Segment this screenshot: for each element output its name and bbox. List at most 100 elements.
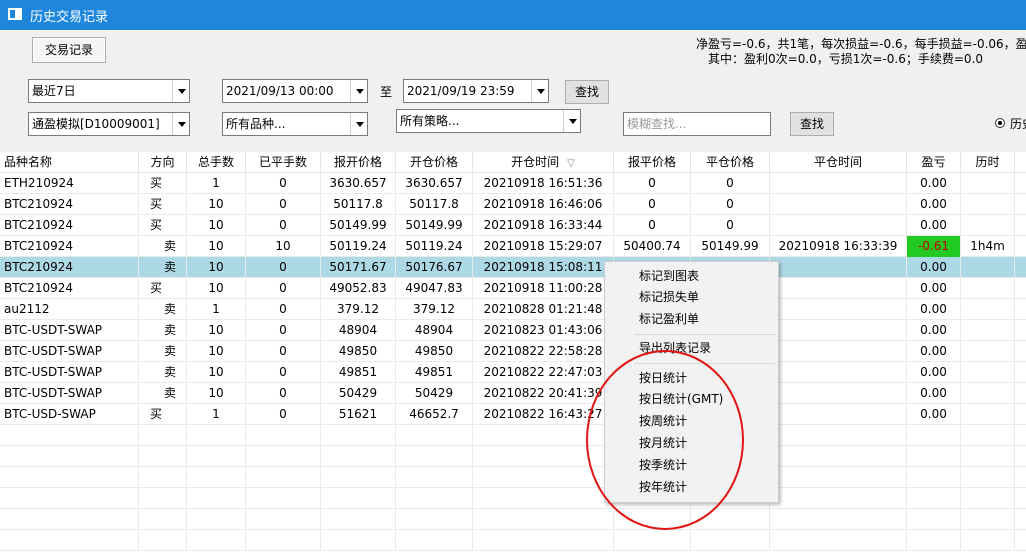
table-row[interactable]: ETH210924 买 1 0 3630.657 3630.657 20210918 16:… — [0, 173, 1026, 194]
cell-closed-lots — [246, 509, 321, 530]
column-header-pnl[interactable]: 盈亏 — [907, 152, 961, 173]
cell-total-lots — [187, 446, 246, 467]
cell-open-price — [396, 425, 473, 446]
chevron-down-icon[interactable] — [172, 80, 189, 102]
table-row[interactable]: au2112 卖 1 0 379.12 379.12 20210828 01:21:48 0.… — [0, 299, 1026, 320]
cell-quote-open-price: 379.12 — [321, 299, 396, 320]
table-row[interactable]: BTC-USDT-SWAP 卖 10 0 49850 49850 20210822 22:5… — [0, 341, 1026, 362]
cell-open-price — [396, 530, 473, 551]
menu-item-mark-profit-orders[interactable]: 标记盈利单 — [639, 309, 699, 329]
cell-symbol — [0, 467, 139, 488]
column-header-label: 品种名称 — [4, 155, 53, 169]
table-row[interactable]: BTC210924 买 10 0 49052.83 49047.83 20210918 11… — [0, 278, 1026, 299]
cell-pnl: 0.00 — [907, 383, 961, 404]
search-button[interactable]: 查找 — [565, 80, 609, 104]
cell-total-lots — [187, 530, 246, 551]
column-header-symbol[interactable]: 品种名称 — [0, 152, 139, 173]
cell-total-lots — [187, 509, 246, 530]
column-header-quote-open-price[interactable]: 报开价格 — [321, 152, 396, 173]
cell-total-lots: 1 — [187, 299, 246, 320]
cell-closed-lots: 0 — [246, 215, 321, 236]
menu-item-stats-by-month[interactable]: 按月统计 — [639, 433, 687, 453]
menu-item-mark-to-chart[interactable]: 标记到图表 — [639, 266, 699, 286]
menu-item-export-list-records[interactable]: 导出列表记录 — [639, 338, 711, 358]
symbol-select-value: 所有品种... — [226, 117, 286, 131]
chevron-down-icon[interactable] — [350, 113, 367, 135]
column-header-duration[interactable]: 历时 — [961, 152, 1015, 173]
empty-table-row[interactable] — [0, 530, 1026, 551]
start-time-value: 2021/09/13 00:00 — [226, 84, 334, 98]
cell-close-time — [770, 530, 907, 551]
table-row[interactable]: BTC-USDT-SWAP 卖 10 0 48904 48904 20210823 01:4… — [0, 320, 1026, 341]
table-row[interactable]: BTC-USDT-SWAP 卖 10 0 49851 49851 20210822 22:4… — [0, 362, 1026, 383]
strategy-select[interactable]: 所有策略... — [396, 109, 581, 133]
table-row[interactable]: BTC210924 卖 10 0 50171.67 50176.67 20210918 15… — [0, 257, 1026, 278]
cell-close-time — [770, 404, 907, 425]
cell-symbol: BTC-USDT-SWAP — [0, 320, 139, 341]
cell-pnl: 0.00 — [907, 320, 961, 341]
empty-table-row[interactable] — [0, 446, 1026, 467]
table-row[interactable]: BTC-USDT-SWAP 卖 10 0 50429 50429 20210822 20:4… — [0, 383, 1026, 404]
cell-duration — [961, 404, 1015, 425]
menu-item-stats-by-year[interactable]: 按年统计 — [639, 477, 687, 497]
cell-close-time — [770, 362, 907, 383]
cell-quote-open-price — [321, 446, 396, 467]
cell-total-lots — [187, 467, 246, 488]
table-row[interactable]: BTC210924 买 10 0 50117.8 50117.8 20210918 16:4… — [0, 194, 1026, 215]
pnl-summary: 净盈亏=-0.6，共1笔，每次损益=-0.6，每手损益=-0.06，盈亏 其中：… — [696, 37, 1026, 67]
period-select-value: 最近7日 — [32, 84, 76, 98]
column-header-total-lots[interactable]: 总手数 — [187, 152, 246, 173]
fuzzy-search-input[interactable]: 模糊查找... — [623, 112, 771, 136]
cell-duration — [961, 257, 1015, 278]
cell-quote-open-price: 49850 — [321, 341, 396, 362]
column-header-close-time[interactable]: 平仓时间 — [770, 152, 907, 173]
radio-selected-icon[interactable] — [995, 118, 1005, 128]
empty-table-row[interactable] — [0, 509, 1026, 530]
empty-table-row[interactable] — [0, 425, 1026, 446]
cell-quote-open-price: 49052.83 — [321, 278, 396, 299]
chevron-down-icon[interactable] — [350, 80, 367, 102]
column-header-closed-lots[interactable]: 已平手数 — [246, 152, 321, 173]
menu-item-mark-loss-orders[interactable]: 标记损失单 — [639, 287, 699, 307]
empty-table-row[interactable] — [0, 467, 1026, 488]
cell-total-lots: 10 — [187, 257, 246, 278]
cell-open-time: 20210823 01:43:06 — [473, 320, 614, 341]
empty-table-row[interactable] — [0, 488, 1026, 509]
chevron-down-icon[interactable] — [172, 113, 189, 135]
strategy-select-value: 所有策略... — [400, 114, 460, 128]
cell-pnl: -0.61 — [907, 236, 961, 257]
menu-item-stats-by-day-gmt[interactable]: 按日统计(GMT) — [639, 389, 723, 409]
menu-item-stats-by-quarter[interactable]: 按季统计 — [639, 455, 687, 475]
table-row[interactable]: BTC-USD-SWAP 买 1 0 51621 46652.7 20210822 16:4… — [0, 404, 1026, 425]
chevron-down-icon[interactable] — [563, 110, 580, 132]
end-time-picker[interactable]: 2021/09/19 23:59 — [403, 79, 549, 103]
cell-close-price — [691, 509, 770, 530]
cell-close-time — [770, 278, 907, 299]
account-select[interactable]: 通盈模拟[D10009001] — [28, 112, 190, 136]
cell-pnl — [907, 467, 961, 488]
cell-symbol: au2112 — [0, 299, 139, 320]
tab-trade-records[interactable]: 交易记录 — [32, 37, 106, 63]
history-radio[interactable]: 历史 — [995, 115, 1026, 131]
cell-close-price: 0 — [691, 173, 770, 194]
column-header-open-time[interactable]: 开仓时间 ▽ — [473, 152, 614, 173]
symbol-select[interactable]: 所有品种... — [222, 112, 368, 136]
cell-quote-open-price — [321, 467, 396, 488]
table-row[interactable]: BTC210924 买 10 0 50149.99 50149.99 20210918 16… — [0, 215, 1026, 236]
period-select[interactable]: 最近7日 — [28, 79, 190, 103]
column-header-direction[interactable]: 方向 — [139, 152, 187, 173]
cell-total-lots: 1 — [187, 404, 246, 425]
start-time-picker[interactable]: 2021/09/13 00:00 — [222, 79, 368, 103]
cell-open-price — [396, 446, 473, 467]
table-row[interactable]: BTC210924 卖 10 10 50119.24 50119.24 20210918 1… — [0, 236, 1026, 257]
column-header-open-price[interactable]: 开仓价格 — [396, 152, 473, 173]
cell-quote-close-price: 0 — [614, 173, 691, 194]
cell-closed-lots — [246, 446, 321, 467]
column-header-close-price[interactable]: 平仓价格 — [691, 152, 770, 173]
menu-item-stats-by-week[interactable]: 按周统计 — [639, 411, 687, 431]
menu-item-stats-by-day[interactable]: 按日统计 — [639, 368, 687, 388]
column-header-quote-close-price[interactable]: 报平价格 — [614, 152, 691, 173]
cell-direction: 买 — [139, 173, 187, 194]
chevron-down-icon[interactable] — [531, 80, 548, 102]
fuzzy-search-button[interactable]: 查找 — [790, 112, 834, 136]
